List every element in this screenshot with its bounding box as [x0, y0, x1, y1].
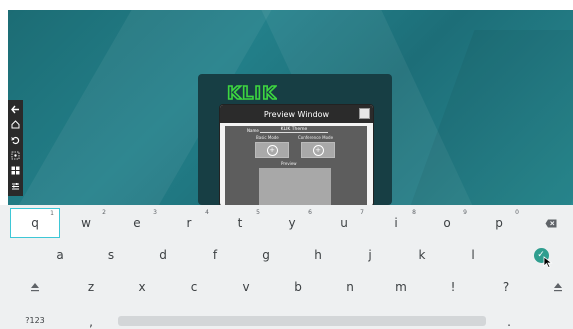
shift-icon: [31, 283, 39, 292]
key-o[interactable]: o9: [422, 208, 472, 238]
key-c[interactable]: c: [169, 272, 219, 302]
key-a[interactable]: a: [35, 240, 85, 270]
shift-key-right[interactable]: [533, 272, 573, 302]
preview-label: Preview: [281, 161, 297, 166]
screenshot-icon[interactable]: [10, 150, 21, 161]
key-v[interactable]: v: [221, 272, 271, 302]
key-l[interactable]: l: [448, 240, 498, 270]
screen: KLIK Preview Window Name KLIK Theme Basi…: [0, 0, 573, 329]
basic-mode-add-button[interactable]: +: [255, 142, 289, 158]
preview-area: [259, 168, 331, 206]
close-button[interactable]: [359, 108, 370, 119]
side-toolbar: [8, 100, 23, 196]
undo-icon[interactable]: [10, 135, 21, 146]
symbols-key[interactable]: ?123: [10, 305, 60, 329]
key-w[interactable]: w2: [61, 208, 111, 238]
key-z[interactable]: z: [66, 272, 116, 302]
done-key[interactable]: ✓: [516, 240, 566, 270]
backspace-icon: [545, 219, 557, 227]
key-d[interactable]: d: [138, 240, 188, 270]
key-i[interactable]: i8: [371, 208, 421, 238]
space-bar[interactable]: [118, 316, 486, 326]
key-h[interactable]: h: [293, 240, 343, 270]
name-label: Name: [247, 128, 259, 133]
basic-mode-label: Basic Mode: [256, 135, 279, 140]
key-y[interactable]: y6: [267, 208, 317, 238]
add-icon: +: [266, 144, 278, 156]
key-g[interactable]: g: [241, 240, 291, 270]
key-q[interactable]: q1: [10, 208, 60, 238]
key-t[interactable]: t5: [215, 208, 265, 238]
mouse-cursor-icon: [543, 256, 553, 268]
add-icon: +: [312, 144, 324, 156]
key-p[interactable]: p0: [474, 208, 524, 238]
key-n[interactable]: n: [325, 272, 375, 302]
shift-key-left[interactable]: [10, 272, 60, 302]
key-j[interactable]: j: [345, 240, 395, 270]
conference-mode-label: Conference Mode: [298, 135, 334, 140]
key-b[interactable]: b: [273, 272, 323, 302]
settings-icon[interactable]: [10, 181, 21, 192]
conference-mode-add-button[interactable]: +: [301, 142, 335, 158]
shift-icon: [554, 283, 562, 292]
name-field[interactable]: KLIK Theme: [260, 127, 328, 133]
key-period[interactable]: .: [484, 307, 534, 329]
home-icon[interactable]: [10, 119, 21, 130]
key-x[interactable]: x: [117, 272, 167, 302]
preview-window-title: Preview Window: [220, 105, 373, 123]
key-k[interactable]: k: [397, 240, 447, 270]
key-u[interactable]: u7: [319, 208, 369, 238]
key-comma[interactable]: ,: [66, 307, 116, 329]
exit-icon[interactable]: [10, 104, 21, 115]
preview-window-body: Name KLIK Theme Basic Mode Conference Mo…: [225, 126, 367, 206]
key-e[interactable]: e3: [112, 208, 162, 238]
backspace-key[interactable]: [526, 208, 573, 238]
key-f[interactable]: f: [190, 240, 240, 270]
key-exclamation[interactable]: !: [428, 272, 478, 302]
preview-window: Preview Window Name KLIK Theme Basic Mod…: [219, 104, 374, 207]
key-r[interactable]: r4: [164, 208, 214, 238]
key-s[interactable]: s: [86, 240, 136, 270]
key-question[interactable]: ?: [481, 272, 531, 302]
apps-icon[interactable]: [10, 165, 21, 176]
svg-text:KLIK: KLIK: [227, 83, 277, 102]
klik-logo: KLIK: [226, 82, 277, 105]
key-m[interactable]: m: [376, 272, 426, 302]
on-screen-keyboard: q1 w2 e3 r4 t5 y6 u7 i8 o9 p0 a s d f g …: [0, 205, 573, 329]
